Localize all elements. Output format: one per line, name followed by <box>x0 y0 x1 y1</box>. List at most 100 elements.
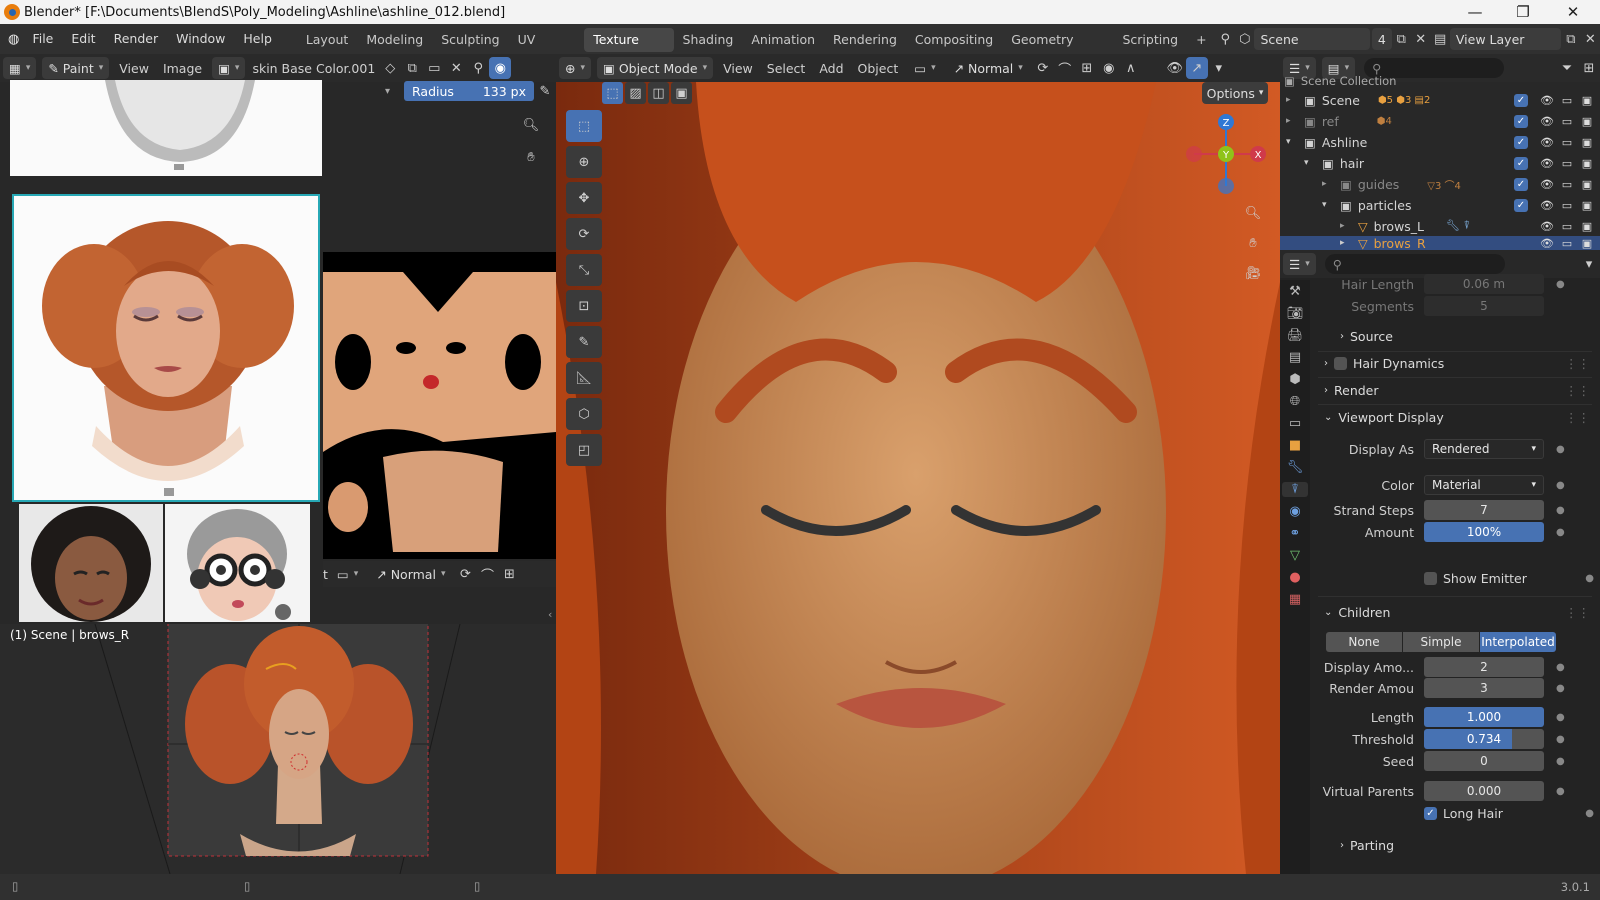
menu-help[interactable]: Help <box>234 24 281 54</box>
tab-uv-editing[interactable]: UV Editing <box>509 28 585 71</box>
parting-panel-header[interactable]: › Parting <box>1310 832 1600 858</box>
display-amount-field[interactable]: 2 <box>1424 657 1544 677</box>
menu-file[interactable]: File <box>23 24 62 54</box>
hand-pan-icon[interactable]: ✋︎ <box>520 146 542 168</box>
outliner-row-ashline[interactable]: ▾ ▣ Ashline ✓ 👁︎ ▭ ▣ <box>1280 132 1600 152</box>
tab-rendering[interactable]: Rendering <box>824 28 906 52</box>
measure-icon[interactable]: 📐︎ <box>566 362 602 394</box>
source-panel-header[interactable]: › Source <box>1310 323 1600 349</box>
eye-icon[interactable]: 👁︎ <box>1540 157 1554 170</box>
world-tab-icon[interactable]: 🌐︎ <box>1290 394 1300 409</box>
outliner-row-particles[interactable]: ▾ ▣ particles ✓ 👁︎ ▭ ▣ <box>1280 195 1600 215</box>
select-intersect-icon[interactable]: ▣ <box>671 82 692 104</box>
monitor-icon[interactable]: ▭ <box>1560 178 1574 191</box>
lower-pivot-icon[interactable]: ⟳ <box>454 563 476 585</box>
camera-icon[interactable]: ▣ <box>1580 237 1594 250</box>
viewport-menu-add[interactable]: Add <box>812 61 850 76</box>
snap-icon[interactable]: ⌒ <box>1054 57 1076 79</box>
virtual-parents-field[interactable]: 0.000 <box>1424 781 1544 801</box>
outliner-row-guides[interactable]: ▸ ▣ guides ▽3 ⌒4 ✓ 👁︎ ▭ ▣ <box>1280 174 1600 194</box>
texture-tab-icon[interactable]: ▦ <box>1289 592 1301 607</box>
image-name-field[interactable]: skin Base Color.001 <box>248 61 379 76</box>
exclude-checkbox[interactable]: ✓ <box>1514 114 1528 128</box>
camera-icon[interactable]: ▣ <box>1580 178 1594 191</box>
navigation-gizmo[interactable]: Z Y X <box>1184 112 1268 196</box>
tab-geometry-nodes[interactable]: Geometry Nodes <box>1002 28 1113 71</box>
radius-pressure-icon[interactable]: ✎ <box>534 80 556 102</box>
scene-selector-icon[interactable]: ⬡ <box>1235 28 1254 50</box>
object-tab-icon[interactable]: ■ <box>1289 438 1301 453</box>
exclude-checkbox[interactable]: ✓ <box>1514 93 1528 107</box>
monitor-icon[interactable]: ▭ <box>1560 237 1574 250</box>
radius-field[interactable]: Radius 133 px <box>404 81 534 101</box>
camera-icon[interactable]: ▣ <box>1580 199 1594 212</box>
viewport-zoom-icon[interactable]: 🔍︎ <box>1242 202 1264 224</box>
snap-target-icon[interactable]: ⊞ <box>1076 57 1098 79</box>
select-extend-icon[interactable]: ▨ <box>625 82 646 104</box>
tab-scripting[interactable]: Scripting <box>1113 28 1187 52</box>
outliner-row-ref[interactable]: ▸ ▣ ref ⬢4 ✓ 👁︎ ▭ ▣ <box>1280 111 1600 131</box>
close-button[interactable]: ✕ <box>1550 0 1596 24</box>
select-subtract-icon[interactable]: ◫ <box>648 82 669 104</box>
data-tab-icon[interactable]: ▽ <box>1290 548 1300 563</box>
render-panel-header[interactable]: › Render ⋮⋮ <box>1310 377 1600 403</box>
render-amount-field[interactable]: 3 <box>1424 678 1544 698</box>
object-mode-dropdown[interactable]: ▣ Object Mode ▾ <box>597 57 714 79</box>
menu-image[interactable]: Image <box>156 61 209 76</box>
outliner-row-scene[interactable]: ▸ ▣ Scene ⬢5 ⬢3 ▤2 ✓ 👁︎ ▭ ▣ <box>1280 90 1600 110</box>
output-tab-icon[interactable]: 🖨︎ <box>1287 328 1304 343</box>
maximize-button[interactable]: ❐ <box>1500 0 1546 24</box>
viewport-menu-view[interactable]: View <box>716 61 760 76</box>
tab-shading[interactable]: Shading <box>674 28 743 52</box>
tab-compositing[interactable]: Compositing <box>906 28 1002 52</box>
pin-icon[interactable]: ⚲ <box>467 57 489 79</box>
display-as-dropdown[interactable]: Rendered ▾ <box>1424 439 1544 459</box>
children-panel-header[interactable]: ⌄ Children ⋮⋮ <box>1310 599 1600 625</box>
overlay-toggle-icon[interactable]: ◉ <box>489 57 512 79</box>
visibility-icon[interactable]: 👁︎ <box>1164 57 1186 79</box>
tab-modeling[interactable]: Modeling <box>357 28 432 52</box>
particles-tab-icon[interactable]: ⍒ <box>1282 482 1308 497</box>
length-slider[interactable]: 1.000 <box>1424 707 1544 727</box>
constraints-tab-icon[interactable]: ⚭ <box>1290 526 1301 541</box>
unlink-scene-icon[interactable]: ✕ <box>1411 28 1430 50</box>
render-tab-icon[interactable]: 📷︎ <box>1287 306 1304 321</box>
open-image-icon[interactable]: ▭ <box>423 57 445 79</box>
lower-view-dropdown[interactable]: ▭ ▾ <box>331 563 364 585</box>
long-hair-checkbox[interactable]: ✓ <box>1424 806 1437 820</box>
radius-dropdown-chevron[interactable]: ▾ <box>330 86 390 97</box>
proportional-edit-icon[interactable]: ◉ <box>1098 57 1120 79</box>
segments-field[interactable]: 5 <box>1424 296 1544 316</box>
threshold-slider[interactable]: 0.734 <box>1424 729 1544 749</box>
lower-orientation-dropdown[interactable]: ↗ Normal ▾ <box>370 563 451 585</box>
fake-user-icon[interactable]: ◇ <box>379 57 401 79</box>
properties-search-input[interactable]: ⚲ <box>1324 254 1505 274</box>
new-image-icon[interactable]: ⧉ <box>401 57 423 79</box>
camera-icon[interactable]: ▣ <box>1580 136 1594 149</box>
menu-window[interactable]: Window <box>167 24 234 54</box>
scale-icon[interactable]: ⤡ <box>566 254 602 286</box>
strand-steps-field[interactable]: 7 <box>1424 500 1544 520</box>
seed-field[interactable]: 0 <box>1424 751 1544 771</box>
menu-view[interactable]: View <box>112 61 156 76</box>
eye-icon[interactable]: 👁︎ <box>1540 237 1554 250</box>
camera-icon[interactable]: ▣ <box>1580 94 1594 107</box>
camera-icon[interactable]: ▣ <box>1580 115 1594 128</box>
lower-snap-icon[interactable]: ⌒ <box>476 563 498 585</box>
camera-icon[interactable]: ▣ <box>1580 157 1594 170</box>
move-icon[interactable]: ✥ <box>566 182 602 214</box>
duplicate-scene-icon[interactable]: ⧉ <box>1392 28 1411 50</box>
eye-icon[interactable]: 👁︎ <box>1540 115 1554 128</box>
tab-animation[interactable]: Animation <box>742 28 824 52</box>
gizmo-toggle-icon[interactable]: ↗ <box>1185 57 1208 79</box>
transform-icon[interactable]: ⊡ <box>566 290 602 322</box>
viewport-pan-icon[interactable]: ✋︎ <box>1242 232 1264 254</box>
show-emitter-checkbox[interactable] <box>1424 571 1437 585</box>
3d-viewport[interactable]: ⊕ ▾ ▣ Object Mode ▾ View Select Add Object… <box>556 54 1280 874</box>
view-layer-field[interactable]: View Layer <box>1449 28 1562 50</box>
tab-texture-paint[interactable]: Texture Paint <box>584 28 674 71</box>
physics-tab-icon[interactable]: ◉ <box>1289 504 1300 519</box>
tool-tab-icon[interactable]: ⚒ <box>1289 284 1301 299</box>
amount-slider[interactable]: 100% <box>1424 522 1544 542</box>
monitor-icon[interactable]: ▭ <box>1560 220 1574 233</box>
